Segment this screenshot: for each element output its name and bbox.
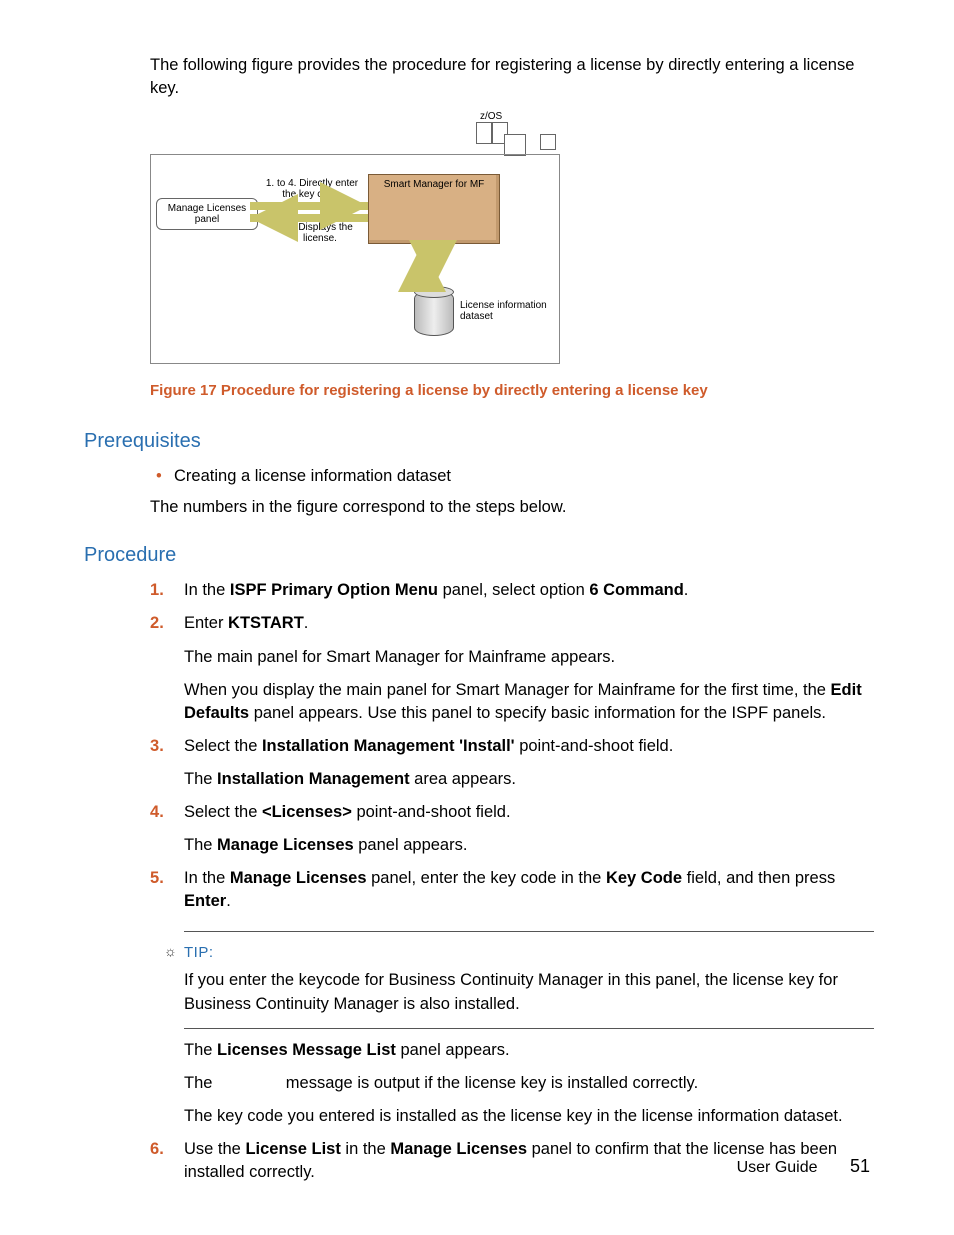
prereq-note: The numbers in the figure correspond to … [150,496,874,519]
step-3-result: The Installation Management area appears… [184,768,874,791]
footer-label: User Guide [737,1159,818,1176]
tip-box: ☼ TIP: If you enter the keycode for Busi… [184,931,874,1028]
step-5: In the Manage Licenses panel, enter the … [150,867,874,1128]
intro-text: The following figure provides the proced… [150,54,874,100]
step-5-result-1: The Licenses Message List panel appears. [184,1039,874,1062]
step-4: Select the <Licenses> point-and-shoot fi… [150,801,874,857]
page-number: 51 [850,1156,870,1176]
step-4-result: The Manage Licenses panel appears. [184,834,874,857]
diagram-arrows [150,110,558,366]
step-2-result: The main panel for Smart Manager for Mai… [184,646,874,669]
figure-diagram: z/OS Manage Licenses panel 1. to 4. Dire… [150,110,558,366]
prerequisites-heading: Prerequisites [84,427,874,455]
prereq-item: Creating a license information dataset [156,465,874,488]
page-footer: User Guide 51 [737,1154,870,1179]
step-5-result-3: The key code you entered is installed as… [184,1105,874,1128]
step-5-result-2: The message is output if the license key… [184,1072,874,1095]
tip-body: If you enter the keycode for Business Co… [184,969,874,1015]
step-1: In the ISPF Primary Option Menu panel, s… [150,579,874,602]
tip-label: TIP: [184,942,874,963]
lightbulb-icon: ☼ [164,942,177,962]
figure-caption: Figure 17 Procedure for registering a li… [150,380,874,401]
step-3: Select the Installation Management 'Inst… [150,735,874,791]
step-2-note: When you display the main panel for Smar… [184,679,874,725]
step-2: Enter KTSTART. The main panel for Smart … [150,612,874,724]
procedure-heading: Procedure [84,541,874,569]
